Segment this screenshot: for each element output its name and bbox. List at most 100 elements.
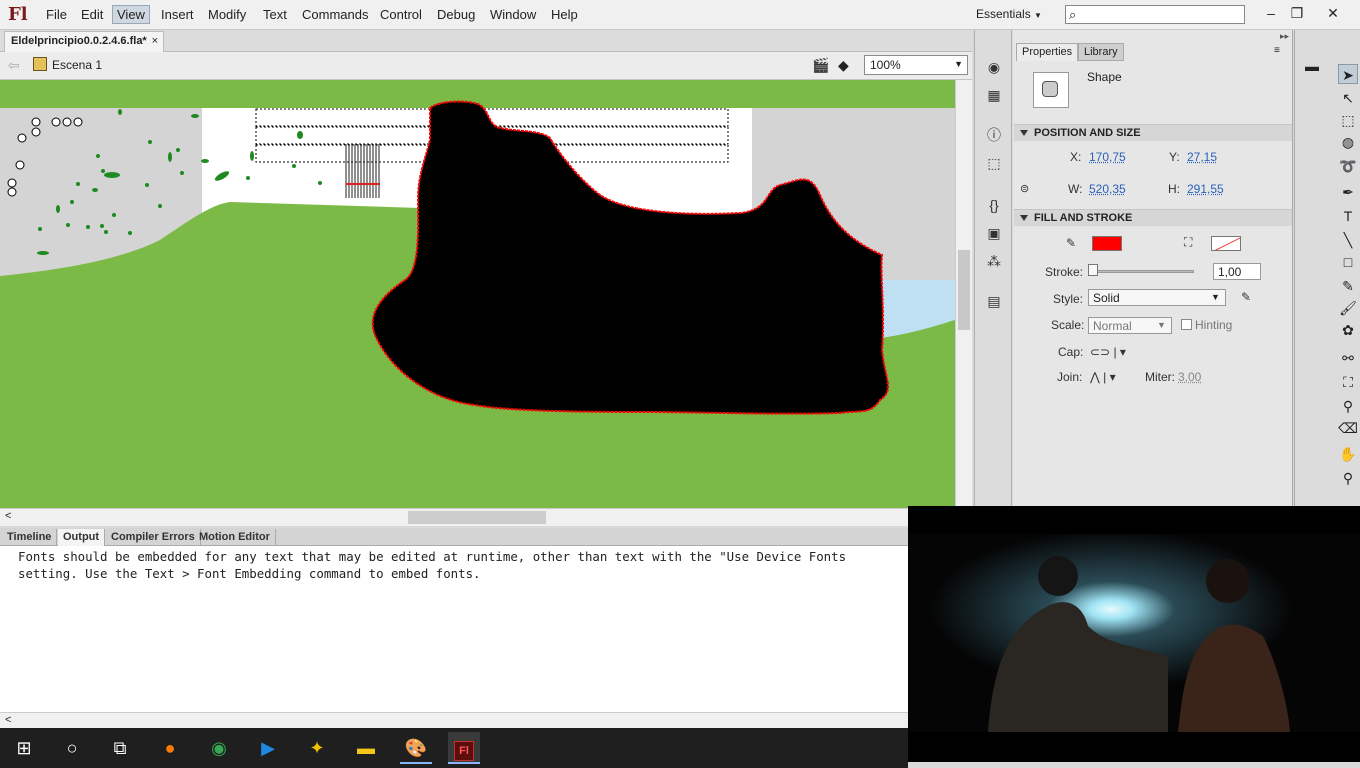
swatches-icon[interactable]: ▦ <box>985 86 1003 104</box>
scroll-thumb[interactable] <box>408 511 546 524</box>
pencil-tool-icon[interactable]: ✎ <box>1338 276 1358 296</box>
close-tab-button[interactable]: × <box>152 35 158 47</box>
search-circle-icon[interactable]: ○ <box>56 732 88 764</box>
paint-app-icon[interactable]: 🎨 <box>400 732 432 764</box>
code-snippets-icon[interactable]: {} <box>985 196 1003 214</box>
stroke-width-input[interactable]: 1,00 <box>1213 263 1261 280</box>
fill-color-swatch[interactable] <box>1211 236 1241 251</box>
restore-button[interactable]: ❐ <box>1284 2 1310 24</box>
text-tool-icon[interactable]: T <box>1338 206 1358 226</box>
menu-view[interactable]: View <box>112 5 150 24</box>
stage-vertical-scrollbar[interactable] <box>955 80 972 508</box>
tab-compiler-errors[interactable]: Compiler Errors <box>106 529 201 546</box>
tab-motion-editor[interactable]: Motion Editor <box>194 529 276 546</box>
windows-start-icon[interactable]: ⊞ <box>8 732 40 764</box>
menu-modify[interactable]: Modify <box>204 6 250 23</box>
workspace-label: Essentials <box>976 7 1031 21</box>
info-icon[interactable]: ⓘ <box>985 126 1003 144</box>
edit-scene-icon[interactable]: 🎬 <box>812 57 829 74</box>
stage-horizontal-scrollbar[interactable]: < <box>0 508 972 526</box>
edit-stroke-style-icon[interactable]: ✎ <box>1241 290 1251 304</box>
lock-proportions-icon[interactable]: ⊜ <box>1020 182 1029 195</box>
chrome-icon[interactable]: ◉ <box>203 732 235 764</box>
subselection-tool-icon[interactable]: ↖ <box>1338 88 1358 108</box>
bone-tool-icon[interactable]: ⚯ <box>1338 348 1358 368</box>
color-icon[interactable]: ◉ <box>985 58 1003 76</box>
join-select[interactable]: ⋀ | ▾ <box>1090 370 1116 384</box>
menu-control[interactable]: Control <box>376 6 426 23</box>
scale-select[interactable]: Normal ▼ <box>1088 317 1172 334</box>
panel-toggle-icon[interactable]: ▬ <box>1305 58 1325 82</box>
deco-tool-icon[interactable]: ✿ <box>1338 320 1358 340</box>
tab-library[interactable]: Library <box>1078 43 1124 61</box>
menu-insert[interactable]: Insert <box>157 6 198 23</box>
selection-tool-icon[interactable]: ➤ <box>1338 64 1358 84</box>
motion-presets-icon[interactable]: ⁂ <box>985 252 1003 270</box>
menu-commands[interactable]: Commands <box>298 6 372 23</box>
style-select[interactable]: Solid ▼ <box>1088 289 1226 306</box>
back-arrow-icon[interactable]: ⇦ <box>8 57 20 74</box>
bottom-panel-tabs: Timeline Output Compiler Errors Motion E… <box>0 528 908 546</box>
hand-tool-icon[interactable]: ✋ <box>1338 444 1358 464</box>
zoom-select[interactable]: 100% ▼ <box>864 55 968 75</box>
3d-rotation-tool-icon[interactable]: ◍ <box>1338 132 1358 152</box>
lasso-tool-icon[interactable]: ➰ <box>1338 156 1358 176</box>
free-transform-tool-icon[interactable]: ⬚ <box>1338 110 1358 130</box>
components-icon[interactable]: ▣ <box>985 224 1003 242</box>
zoom-tool-icon[interactable]: ⚲ <box>1338 468 1358 488</box>
tab-timeline[interactable]: Timeline <box>2 529 58 546</box>
tab-properties[interactable]: Properties <box>1016 43 1079 61</box>
flash-taskbar-icon[interactable]: Fl <box>448 732 480 764</box>
menu-edit[interactable]: Edit <box>77 6 107 23</box>
panel-collapse-arrows[interactable]: ▸▸ <box>1013 31 1293 41</box>
eyedropper-tool-icon[interactable]: ⚲ <box>1338 396 1358 416</box>
w-value[interactable]: 520,35 <box>1089 182 1126 196</box>
hinting-checkbox[interactable] <box>1181 319 1192 330</box>
menu-debug[interactable]: Debug <box>433 6 479 23</box>
stroke-slider-thumb[interactable] <box>1088 264 1098 276</box>
panel-menu-icon[interactable]: ≡ <box>1274 45 1280 56</box>
stroke-color-swatch[interactable] <box>1092 236 1122 251</box>
file-explorer-icon[interactable]: ▬ <box>350 732 382 764</box>
rectangle-tool-icon[interactable]: □ <box>1338 252 1358 272</box>
cap-select[interactable]: ⊂⊃ | ▾ <box>1090 345 1126 359</box>
close-window-button[interactable]: ✕ <box>1320 2 1346 24</box>
document-tab[interactable]: Eldelprincipio0.0.2.4.6.fla* × <box>4 31 164 52</box>
task-view-icon[interactable]: ⧉ <box>104 732 136 764</box>
h-value[interactable]: 291,55 <box>1187 182 1224 196</box>
tools-app-icon[interactable]: ✦ <box>301 732 333 764</box>
brush-tool-icon[interactable]: 🖌 <box>1338 298 1358 318</box>
output-panel[interactable]: Fonts should be embedded for any text th… <box>0 546 908 728</box>
output-horizontal-scrollbar[interactable]: < <box>0 712 908 728</box>
help-search-input[interactable]: ⌕ <box>1065 5 1245 24</box>
minimize-button[interactable]: – <box>1258 2 1284 24</box>
transform-icon[interactable]: ⬚ <box>985 154 1003 172</box>
ground-right <box>880 320 955 508</box>
scroll-left-icon[interactable]: < <box>5 510 11 522</box>
position-size-header[interactable]: POSITION AND SIZE <box>1014 124 1292 141</box>
eraser-tool-icon[interactable]: ⌫ <box>1338 418 1358 438</box>
x-value[interactable]: 170,75 <box>1089 150 1126 164</box>
project-icon[interactable]: ▤ <box>985 292 1003 310</box>
scroll-left-icon[interactable]: < <box>5 714 11 726</box>
firefox-icon[interactable]: ● <box>154 732 186 764</box>
tab-output[interactable]: Output <box>58 529 106 546</box>
scroll-thumb[interactable] <box>958 250 970 330</box>
workspace-switcher[interactable]: Essentials ▼ <box>976 7 1042 21</box>
fill-stroke-header[interactable]: FILL AND STROKE <box>1014 209 1292 226</box>
stage-artwork[interactable] <box>0 80 955 508</box>
miter-value[interactable]: 3,00 <box>1178 370 1201 384</box>
line-tool-icon[interactable]: ╲ <box>1338 230 1358 250</box>
stroke-slider[interactable] <box>1088 270 1194 273</box>
w-label: W: <box>1068 182 1083 196</box>
menu-text[interactable]: Text <box>259 6 291 23</box>
y-value[interactable]: 27,15 <box>1187 150 1217 164</box>
menu-window[interactable]: Window <box>486 6 540 23</box>
menu-file[interactable]: File <box>42 6 71 23</box>
paint-bucket-tool-icon[interactable]: ⛶ <box>1338 372 1358 392</box>
menu-help[interactable]: Help <box>547 6 582 23</box>
pen-tool-icon[interactable]: ✒ <box>1338 182 1358 202</box>
stage-canvas[interactable] <box>0 80 955 508</box>
edit-symbols-icon[interactable]: ◆ <box>838 57 849 74</box>
media-app-icon[interactable]: ▶ <box>252 732 284 764</box>
